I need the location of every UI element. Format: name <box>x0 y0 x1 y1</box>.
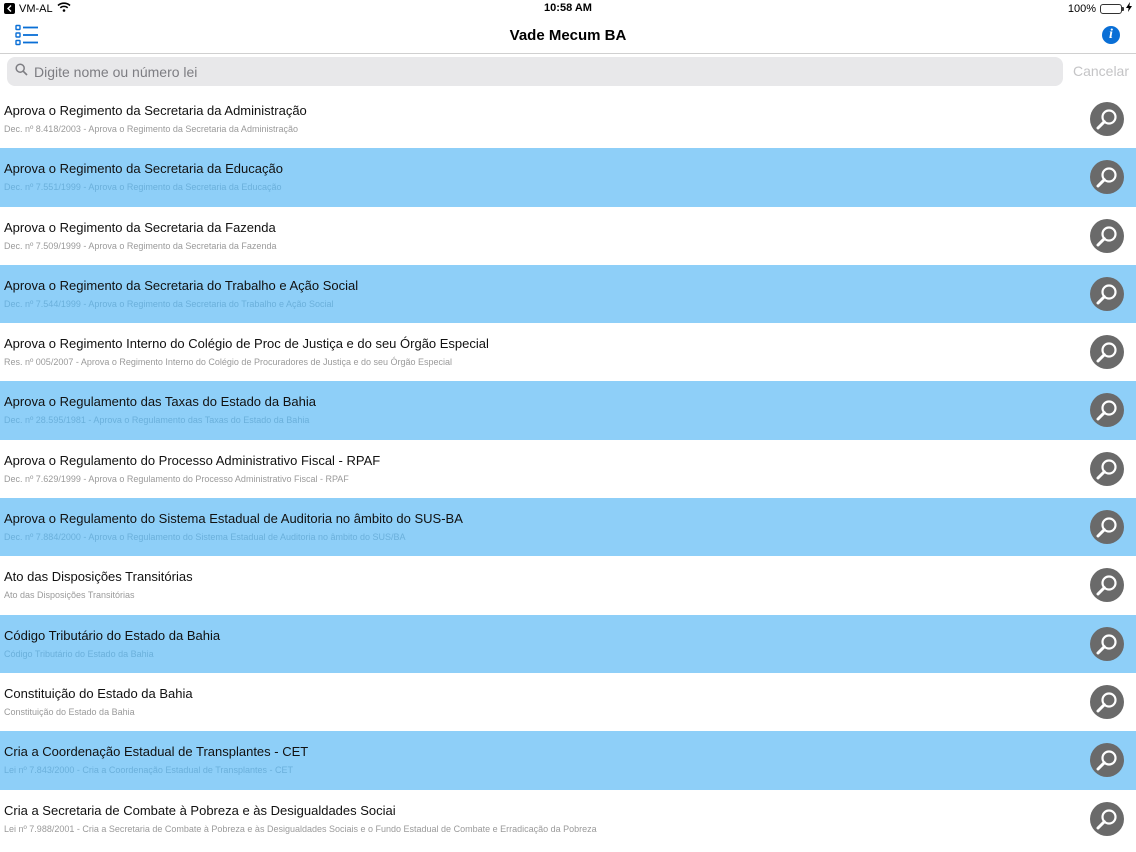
magnifier-icon[interactable] <box>1090 160 1124 195</box>
magnifier-icon[interactable] <box>1090 218 1124 253</box>
list-item-title: Aprova o Regimento da Secretaria da Faze… <box>4 219 276 235</box>
battery-icon <box>1100 3 1124 14</box>
list-item-subtitle: Lei nº 7.988/2001 - Cria a Secretaria de… <box>4 823 597 834</box>
list-item[interactable]: Aprova o Regimento da Secretaria da Faze… <box>0 207 1136 265</box>
status-bar: VM-AL 10:58 AM 100% <box>0 0 1136 18</box>
list-item-title: Aprova o Regimento Interno do Colégio de… <box>4 336 489 352</box>
magnifier-icon[interactable] <box>1090 626 1124 661</box>
magnifier-icon[interactable] <box>1090 510 1124 545</box>
list-item[interactable]: Aprova o Regimento da Secretaria do Trab… <box>0 264 1136 324</box>
list-item[interactable]: Aprova o Regimento da Secretaria da Admi… <box>0 90 1136 148</box>
list-item[interactable]: Cria a Secretaria de Combate à Pobreza e… <box>0 790 1136 848</box>
list-item-subtitle: Código Tributário do Estado da Bahia <box>4 648 154 659</box>
list-item[interactable]: Ato das Disposições Transitórias Ato das … <box>0 556 1136 614</box>
search-row: Cancelar <box>0 54 1136 90</box>
list-item-subtitle: Lei nº 7.843/2000 - Cria a Coordenação E… <box>4 765 293 776</box>
magnifier-icon[interactable] <box>1090 743 1124 778</box>
list-item-subtitle: Dec. nº 7.884/2000 - Aprova o Regulament… <box>4 532 406 543</box>
list-item-subtitle: Constituição do Estado da Bahia <box>4 706 135 717</box>
list-item[interactable]: Aprova o Regimento Interno do Colégio de… <box>0 323 1136 381</box>
law-list: Aprova o Regimento da Secretaria da Admi… <box>0 90 1136 848</box>
magnifier-icon[interactable] <box>1090 684 1124 719</box>
battery-percent: 100% <box>1067 2 1096 15</box>
info-icon[interactable]: i <box>1102 26 1120 44</box>
list-item[interactable]: Aprova o Regulamento do Processo Adminis… <box>0 440 1136 498</box>
list-item-subtitle: Dec. nº 28.595/1981 - Aprova o Regulamen… <box>4 415 310 426</box>
list-item-subtitle: Dec. nº 7.629/1999 - Aprova o Regulament… <box>4 473 349 484</box>
list-item[interactable]: Aprova o Regulamento das Taxas do Estado… <box>0 381 1136 440</box>
list-item-subtitle: Dec. nº 7.509/1999 - Aprova o Regimento … <box>4 240 277 251</box>
list-item[interactable]: Código Tributário do Estado da Bahia Códi… <box>0 614 1136 673</box>
page-title: Vade Mecum BA <box>509 27 627 44</box>
magnifier-icon[interactable] <box>1090 451 1124 486</box>
list-item-subtitle: Ato das Disposições Transitórias <box>4 590 135 601</box>
list-item-title: Aprova o Regimento da Secretaria da Educ… <box>4 161 283 177</box>
list-item[interactable]: Aprova o Regulamento do Sistema Estadual… <box>0 498 1136 557</box>
list-item-title: Ato das Disposições Transitórias <box>4 569 193 585</box>
search-icon <box>15 62 28 81</box>
list-item-subtitle: Dec. nº 7.544/1999 - Aprova o Regimento … <box>4 298 334 309</box>
list-item-title: Aprova o Regimento da Secretaria do Trab… <box>4 277 359 293</box>
list-item-subtitle: Dec. nº 8.418/2003 - Aprova o Regimento … <box>4 124 298 134</box>
list-item-subtitle: Res. nº 005/2007 - Aprova o Regimento In… <box>4 357 453 368</box>
search-input[interactable] <box>34 63 1034 80</box>
magnifier-icon[interactable] <box>1090 335 1124 370</box>
list-item-title: Código Tributário do Estado da Bahia <box>4 627 221 643</box>
list-item-title: Aprova o Regulamento do Processo Adminis… <box>4 452 381 468</box>
list-item-title: Aprova o Regimento da Secretaria da Admi… <box>4 103 307 118</box>
list-item-title: Cria a Secretaria de Combate à Pobreza e… <box>4 802 396 818</box>
list-item[interactable]: Aprova o Regimento da Secretaria da Educ… <box>0 148 1136 207</box>
cancel-button[interactable]: Cancelar <box>1073 63 1129 79</box>
magnifier-icon[interactable] <box>1090 393 1124 428</box>
magnifier-icon[interactable] <box>1090 102 1124 136</box>
status-time: 10:58 AM <box>544 2 592 14</box>
charging-bolt-icon <box>1126 2 1132 15</box>
magnifier-icon[interactable] <box>1090 568 1124 603</box>
list-item-title: Aprova o Regulamento do Sistema Estadual… <box>4 511 463 527</box>
list-item-subtitle: Dec. nº 7.551/1999 - Aprova o Regimento … <box>4 182 282 193</box>
list-item-title: Aprova o Regulamento das Taxas do Estado… <box>4 394 316 410</box>
list-item[interactable]: Constituição do Estado da Bahia Constitui… <box>0 673 1136 731</box>
list-item-title: Cria a Coordenação Estadual de Transplan… <box>4 744 309 760</box>
list-item[interactable]: Cria a Coordenação Estadual de Transplan… <box>0 731 1136 790</box>
list-item-title: Constituição do Estado da Bahia <box>4 685 193 701</box>
navigation-bar: Vade Mecum BA i <box>0 18 1136 54</box>
status-right: 100% <box>1068 2 1132 15</box>
magnifier-icon[interactable] <box>1090 276 1124 311</box>
magnifier-icon[interactable] <box>1090 801 1124 836</box>
search-box[interactable] <box>7 57 1063 86</box>
